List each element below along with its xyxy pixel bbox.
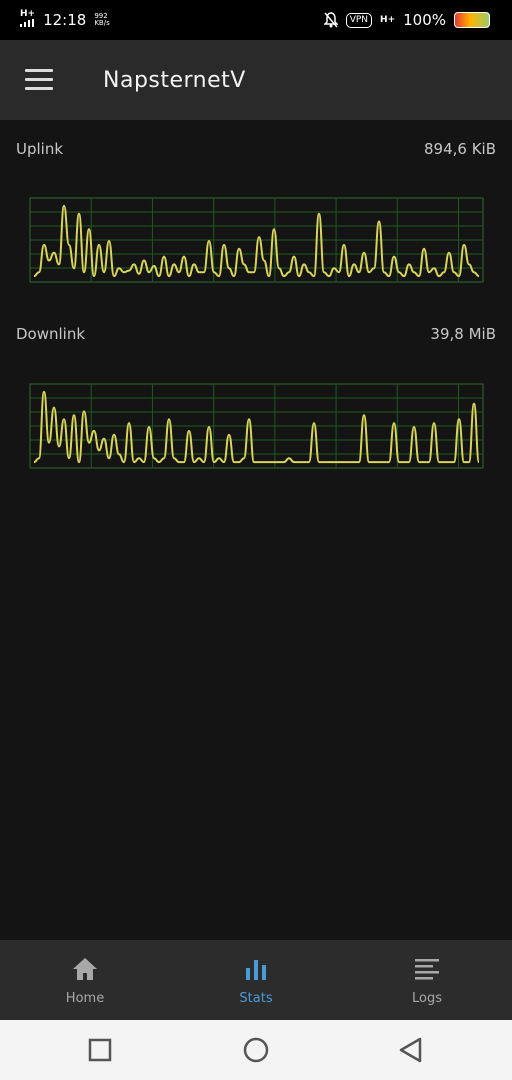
list-icon bbox=[415, 959, 439, 980]
status-bar: H+ 12:18 992 KB/s VPN H+ 100% bbox=[0, 0, 512, 40]
network-type: H+ bbox=[20, 9, 36, 19]
nav-home[interactable]: Home bbox=[25, 940, 145, 1020]
downlink-chart bbox=[29, 383, 484, 469]
bottom-navigation: Home Stats Logs bbox=[0, 940, 512, 1020]
menu-icon[interactable] bbox=[25, 69, 55, 91]
nav-stats-label: Stats bbox=[239, 991, 273, 1006]
downlink-value: 39,8 MiB bbox=[430, 325, 496, 343]
clock: 12:18 bbox=[43, 11, 87, 29]
app-bar: NapsternetV bbox=[0, 40, 512, 120]
battery-icon bbox=[454, 12, 490, 28]
nav-home-label: Home bbox=[65, 991, 105, 1006]
uplink-label: Uplink bbox=[16, 140, 64, 158]
nav-logs[interactable]: Logs bbox=[367, 940, 487, 1020]
system-navigation-bar bbox=[0, 1020, 512, 1080]
signal-bars-icon bbox=[20, 19, 34, 27]
notifications-off-icon bbox=[323, 12, 338, 28]
home-icon bbox=[73, 958, 97, 980]
network-type-right: H+ bbox=[380, 14, 396, 25]
bar-chart-icon bbox=[246, 960, 266, 980]
vpn-badge: VPN bbox=[345, 12, 373, 28]
home-circle-icon[interactable] bbox=[241, 1035, 271, 1065]
uplink-series-line bbox=[33, 204, 480, 278]
downlink-series-line bbox=[33, 390, 480, 464]
nav-stats[interactable]: Stats bbox=[196, 940, 316, 1020]
recents-icon[interactable] bbox=[85, 1035, 115, 1065]
nav-logs-label: Logs bbox=[412, 991, 442, 1006]
speed-unit: KB/s bbox=[94, 19, 110, 27]
downlink-label: Downlink bbox=[16, 325, 86, 343]
app-title: NapsternetV bbox=[103, 67, 246, 93]
back-icon[interactable] bbox=[396, 1035, 426, 1065]
uplink-value: 894,6 KiB bbox=[423, 140, 496, 158]
battery-percent: 100% bbox=[403, 11, 446, 29]
signal-icon: H+ bbox=[20, 10, 35, 30]
network-speed: 992 KB/s bbox=[94, 13, 109, 27]
uplink-chart bbox=[29, 197, 484, 283]
